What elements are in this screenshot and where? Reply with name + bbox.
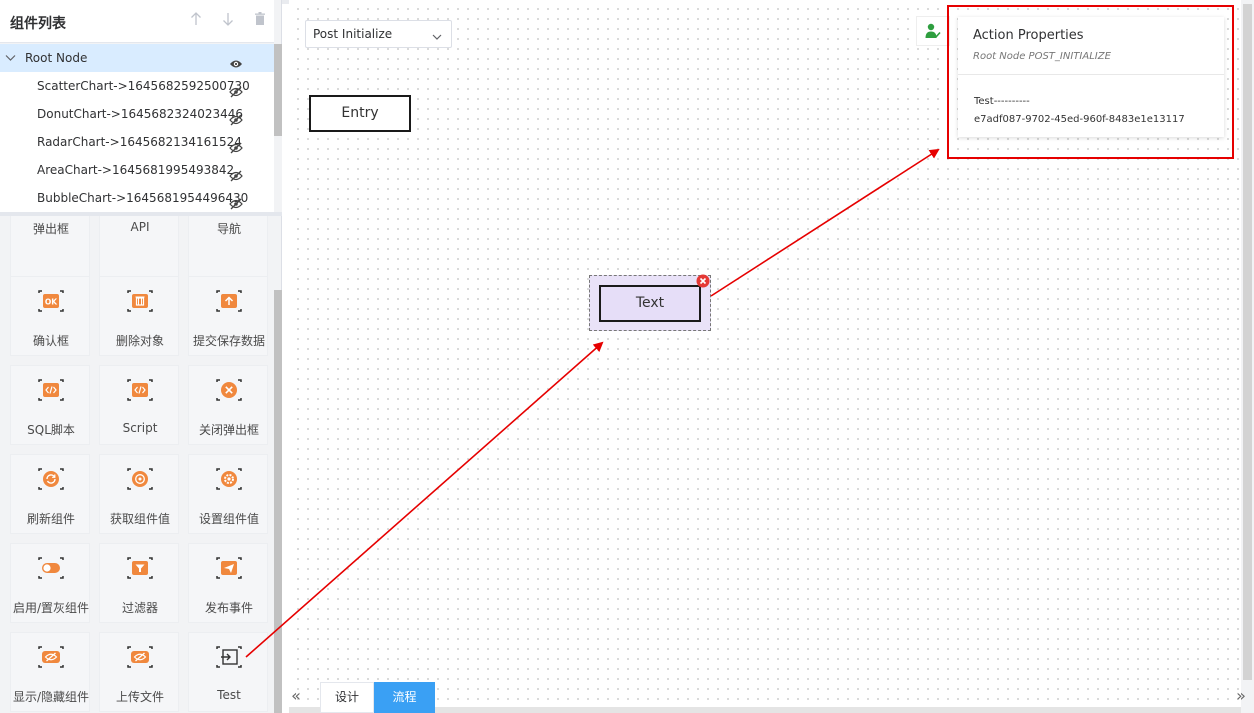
tree-scrollbar-thumb[interactable] — [274, 44, 282, 136]
tab-flow[interactable]: 流程 — [374, 682, 435, 713]
palette-item-test[interactable]: Test — [188, 632, 268, 712]
palette-item-label: 确认框 — [32, 334, 69, 348]
tree-item-label: RadarChart->1645682134161524 — [37, 135, 242, 149]
palette-item-confirm[interactable]: OK 确认框 — [10, 276, 90, 356]
chevron-down-icon — [432, 30, 442, 40]
eye-off-icon[interactable] — [229, 80, 243, 98]
phase-select[interactable]: Post Initialize — [305, 20, 452, 48]
palette-item-enable-disable[interactable]: 启用/置灰组件 — [10, 543, 90, 623]
palette-item-set-value[interactable]: 设置组件值 — [188, 454, 268, 534]
palette-item-label: 导航 — [216, 222, 241, 236]
eye-off-icon[interactable] — [229, 164, 243, 182]
palette-item-label: API — [130, 220, 150, 234]
tree-item-label: BubbleChart->1645681954496430 — [37, 191, 249, 205]
palette-item-refresh[interactable]: 刷新组件 — [10, 454, 90, 534]
eye-icon[interactable] — [229, 52, 243, 68]
svg-text:OK: OK — [45, 298, 58, 307]
palette-item-navigation[interactable]: 导航 — [188, 216, 268, 280]
palette-item-label: 上传文件 — [115, 690, 164, 704]
phase-select-value: Post Initialize — [313, 27, 393, 41]
gear-icon — [215, 467, 243, 491]
palette-item-script[interactable]: Script — [99, 365, 179, 445]
eye-off-icon[interactable] — [229, 136, 243, 154]
login-icon — [215, 645, 243, 669]
properties-subtitle: Root Node POST_INITIALIZE — [973, 51, 1111, 62]
entry-node[interactable]: Entry — [309, 95, 411, 132]
palette-item-submit-data[interactable]: 提交保存数据 — [188, 276, 268, 356]
palette-item-label: 设置组件值 — [198, 512, 259, 526]
arrow-up-icon[interactable] — [188, 12, 204, 30]
palette-item-sql-script[interactable]: SQL脚本 — [10, 365, 90, 445]
send-icon — [215, 556, 243, 580]
component-palette: 弹出框 API 导航 OK 确认框 删除对象 提交保存数据 SQL脚本 Scri… — [0, 216, 274, 713]
tree-root-node[interactable]: Root Node — [0, 44, 274, 72]
palette-item-label: 启用/置灰组件 — [12, 601, 90, 615]
tree-item[interactable]: BubbleChart->1645681954496430 — [0, 184, 274, 212]
properties-action-name: Test---------- — [974, 96, 1030, 107]
tree-item[interactable]: DonutChart->1645682324023446 — [0, 100, 274, 128]
palette-item-label: 弹出框 — [32, 222, 69, 236]
delete-object-icon — [126, 289, 154, 313]
palette-item-label: 获取组件值 — [109, 512, 170, 526]
palette-item-label: 刷新组件 — [26, 512, 75, 526]
action-properties-panel: Action Properties Root Node POST_INITIAL… — [958, 17, 1224, 137]
palette-item-delete-object[interactable]: 删除对象 — [99, 276, 179, 356]
palette-item-get-value[interactable]: 获取组件值 — [99, 454, 179, 534]
tree-item-label: AreaChart->1645681995493842 — [37, 163, 235, 177]
component-tree: Root Node ScatterChart->1645682592500730… — [0, 44, 274, 212]
palette-item-filter[interactable]: 过滤器 — [99, 543, 179, 623]
double-chevron-right-icon[interactable]: » — [1232, 686, 1250, 708]
palette-item-label: 关闭弹出框 — [198, 423, 259, 437]
palette-item-upload-file[interactable]: 上传文件 — [99, 632, 179, 712]
properties-title: Action Properties — [973, 28, 1084, 43]
palette-item-label: SQL脚本 — [27, 423, 75, 437]
palette-item-close-popup[interactable]: 关闭弹出框 — [188, 365, 268, 445]
palette-item-label: 过滤器 — [121, 601, 158, 615]
trash-icon[interactable] — [252, 12, 268, 30]
palette-item-label: Test — [217, 688, 241, 702]
code-icon — [37, 378, 65, 402]
palette-scrollbar-thumb[interactable] — [274, 290, 282, 713]
eye-off-icon[interactable] — [229, 192, 243, 210]
palette-item-label: Script — [122, 421, 158, 435]
palette-item-publish-event[interactable]: 发布事件 — [188, 543, 268, 623]
filter-icon — [126, 556, 154, 580]
tab-design[interactable]: 设计 — [320, 682, 374, 713]
code-icon — [126, 378, 154, 402]
ok-icon: OK — [37, 289, 65, 313]
toggle-icon — [37, 556, 65, 580]
left-panel: 组件列表 Root Node ScatterChart->16456825925… — [0, 0, 282, 713]
tree-item-label: DonutChart->1645682324023446 — [37, 107, 244, 121]
canvas-scrollbar-thumb[interactable] — [1243, 4, 1252, 680]
tree-item[interactable]: RadarChart->1645682134161524 — [0, 128, 274, 156]
tree-item-label: ScatterChart->1645682592500730 — [37, 79, 250, 93]
tree-item[interactable]: ScatterChart->1645682592500730 — [0, 72, 274, 100]
eye-off-icon — [37, 645, 65, 669]
properties-action-id: e7adf087-9702-45ed-960f-8483e1e13117 — [974, 114, 1185, 125]
chevron-down-icon[interactable] — [5, 44, 19, 73]
arrow-down-icon[interactable] — [220, 12, 236, 30]
component-list-header: 组件列表 — [0, 0, 274, 43]
tree-root-label: Root Node — [25, 51, 88, 65]
user-check-icon[interactable] — [925, 23, 941, 39]
component-list-title: 组件列表 — [10, 16, 66, 32]
properties-divider — [958, 74, 1224, 75]
refresh-icon — [37, 467, 65, 491]
eye-off-icon — [126, 645, 154, 669]
palette-item-popup[interactable]: 弹出框 — [10, 216, 90, 280]
close-circle-icon — [215, 378, 243, 402]
palette-item-label: 发布事件 — [204, 601, 253, 615]
palette-item-label: 删除对象 — [115, 334, 164, 348]
eye-off-icon[interactable] — [229, 108, 243, 126]
double-chevron-left-icon[interactable]: « — [287, 686, 305, 708]
target-icon — [126, 467, 154, 491]
palette-item-api[interactable]: API — [99, 216, 179, 280]
palette-item-show-hide[interactable]: 显示/隐藏组件 — [10, 632, 90, 712]
close-icon[interactable] — [696, 273, 710, 288]
palette-item-label: 提交保存数据 — [192, 334, 265, 348]
palette-item-label: 显示/隐藏组件 — [12, 690, 90, 704]
text-node[interactable]: Text — [599, 285, 701, 322]
tree-item[interactable]: AreaChart->1645681995493842 — [0, 156, 274, 184]
upload-icon — [215, 289, 243, 313]
